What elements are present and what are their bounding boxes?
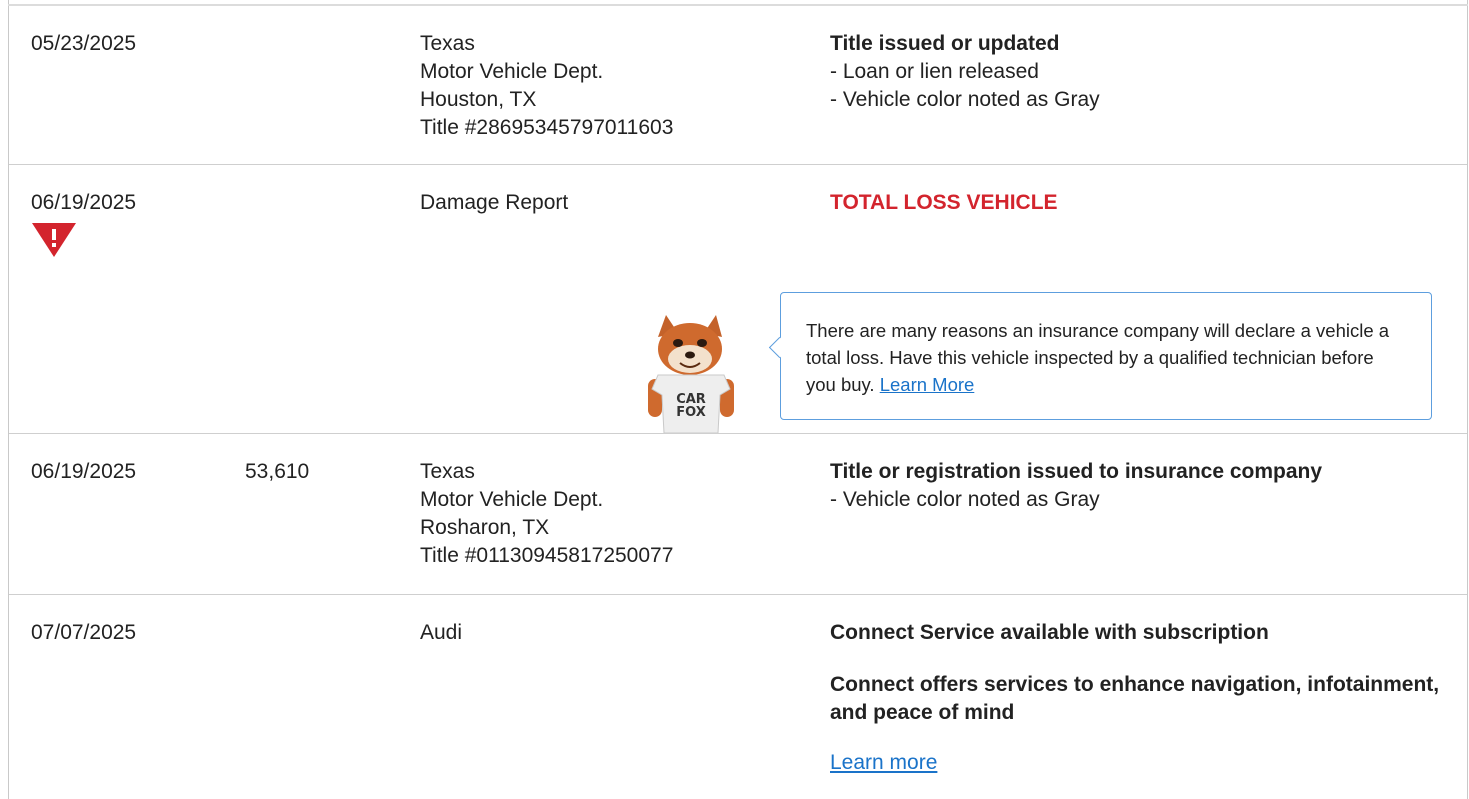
row-source: Texas Motor Vehicle Dept. Houston, TX Ti… (420, 30, 673, 142)
source-line: Audi (420, 621, 463, 644)
row-details: TOTAL LOSS VEHICLE (830, 189, 1450, 217)
detail-item: - Loan or lien released (830, 60, 1039, 83)
row-date: 06/19/2025 (31, 460, 137, 483)
source-line: Texas (420, 460, 475, 483)
table-row: 06/19/2025 Damage Report TOTAL LOSS VEHI… (9, 165, 1467, 433)
row-date: 07/07/2025 (31, 621, 137, 644)
row-details: Connect Service available with subscript… (830, 619, 1450, 777)
row-details: Title or registration issued to insuranc… (830, 458, 1450, 514)
source-line: Title #01130945817250077 (420, 544, 674, 567)
table-row: 06/19/2025 53,610 Texas Motor Vehicle De… (9, 434, 1467, 594)
learn-more-link[interactable]: Learn More (880, 374, 975, 395)
row-source: Texas Motor Vehicle Dept. Rosharon, TX T… (420, 458, 673, 570)
row-heading: Connect Service available with subscript… (830, 621, 1269, 644)
mascot-shirt-text: FOX (676, 405, 706, 420)
carfox-mascot-icon: CAR FOX (648, 315, 734, 433)
total-loss-heading: TOTAL LOSS VEHICLE (830, 191, 1058, 214)
source-line: Texas (420, 32, 475, 55)
row-source: Audi (420, 619, 462, 647)
source-line: Motor Vehicle Dept. (420, 488, 604, 511)
row-odometer: 53,610 (245, 460, 310, 483)
row-heading: Title or registration issued to insuranc… (830, 460, 1323, 483)
callout-pointer (768, 336, 791, 359)
detail-item: - Vehicle color noted as Gray (830, 88, 1100, 111)
row-subheading: Connect offers services to enhance navig… (830, 673, 1440, 724)
row-source: Damage Report (420, 189, 568, 217)
row-date: 06/19/2025 (31, 191, 137, 214)
table-row: 05/23/2025 Texas Motor Vehicle Dept. Hou… (9, 6, 1467, 164)
table-row: 07/07/2025 Audi Connect Service availabl… (9, 595, 1467, 799)
row-date: 05/23/2025 (31, 32, 137, 55)
source-line: Rosharon, TX (420, 516, 550, 539)
total-loss-callout: There are many reasons an insurance comp… (768, 292, 1432, 420)
row-details: Title issued or updated - Loan or lien r… (830, 30, 1450, 114)
detail-item: - Vehicle color noted as Gray (830, 488, 1100, 511)
connect-learn-more-link[interactable]: Learn more (830, 749, 937, 777)
source-line: Motor Vehicle Dept. (420, 60, 604, 83)
source-line: Houston, TX (420, 88, 537, 111)
source-line: Title #28695345797011603 (420, 116, 674, 139)
row-heading: Title issued or updated (830, 32, 1060, 55)
warning-triangle-icon (32, 223, 76, 257)
callout-text: There are many reasons an insurance comp… (806, 317, 1406, 398)
source-line: Damage Report (420, 191, 569, 214)
